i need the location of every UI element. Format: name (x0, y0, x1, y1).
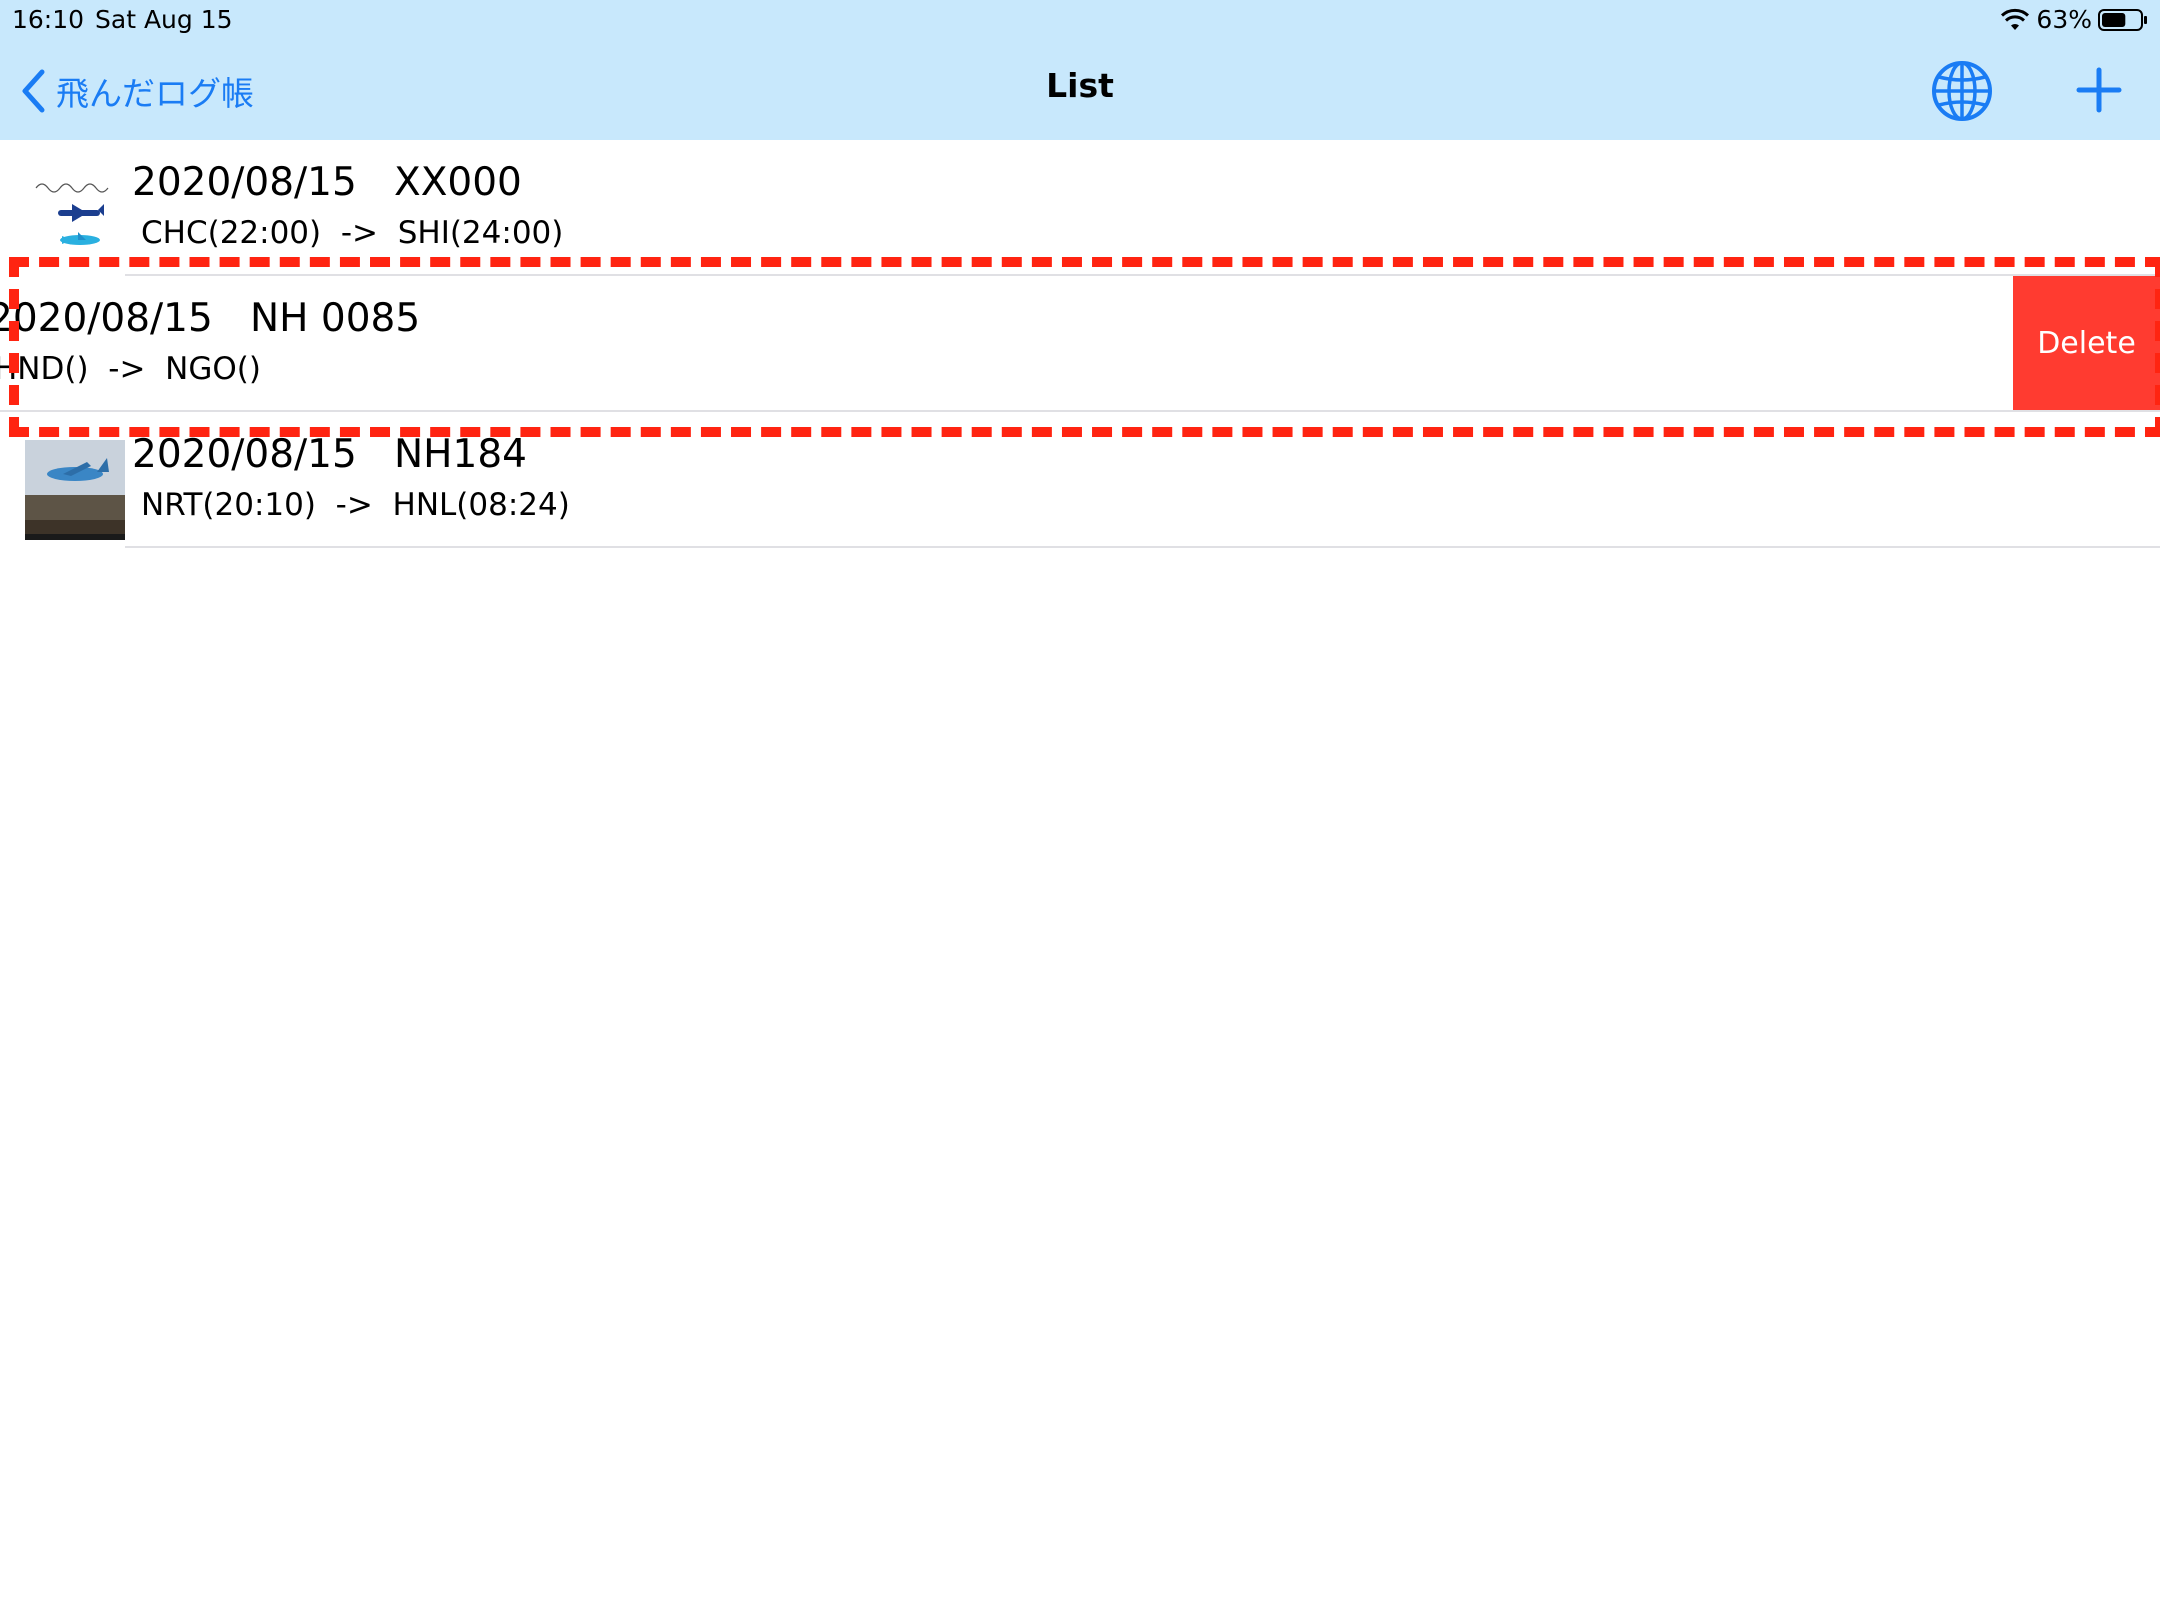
list-item[interactable]: 2020/08/15 NH184 NRT(20:10) -> HNL(08:24… (0, 412, 2160, 548)
flight-number: NH184 (394, 432, 527, 477)
status-indicators: 63% (2000, 5, 2148, 34)
flight-date: 2020/08/15 (132, 432, 357, 477)
header: 16:10 Sat Aug 15 63% 飛んだログ帳 List (0, 0, 2160, 141)
flight-date: 2020/08/15 (132, 160, 357, 205)
status-date: Sat Aug 15 (95, 5, 233, 34)
add-button[interactable] (2075, 66, 2123, 114)
status-time: 16:10 (12, 5, 85, 34)
battery-icon (2098, 8, 2147, 31)
flight-title: 2020/08/15 NH184 (132, 432, 527, 477)
flight-number: NH 0085 (250, 296, 421, 341)
page-title: List (1046, 66, 1114, 105)
flight-date: 2020/08/15 (0, 296, 213, 341)
flight-number: XX000 (394, 160, 522, 205)
delete-button[interactable]: Delete (2013, 276, 2160, 410)
wifi-icon (2001, 8, 2030, 30)
airplane-photo-thumbnail (25, 440, 125, 540)
list-item-swiped[interactable]: 2020/08/15 NH 0085 HND() -> NGO() (0, 276, 2160, 412)
flight-route: HND() -> NGO() (0, 351, 261, 387)
flight-title: 2020/08/15 NH 0085 (0, 296, 420, 341)
globe-icon[interactable] (1930, 59, 1994, 123)
flight-route: NRT(20:10) -> HNL(08:24) (141, 487, 570, 523)
app-logo-thumbnail (35, 183, 109, 245)
flight-route: CHC(22:00) -> SHI(24:00) (141, 215, 564, 251)
flight-title: 2020/08/15 XX000 (132, 160, 522, 205)
battery-percent: 63% (2036, 5, 2092, 34)
list-item[interactable]: 2020/08/15 XX000 CHC(22:00) -> SHI(24:00… (0, 140, 2160, 276)
row-divider (125, 546, 2160, 548)
